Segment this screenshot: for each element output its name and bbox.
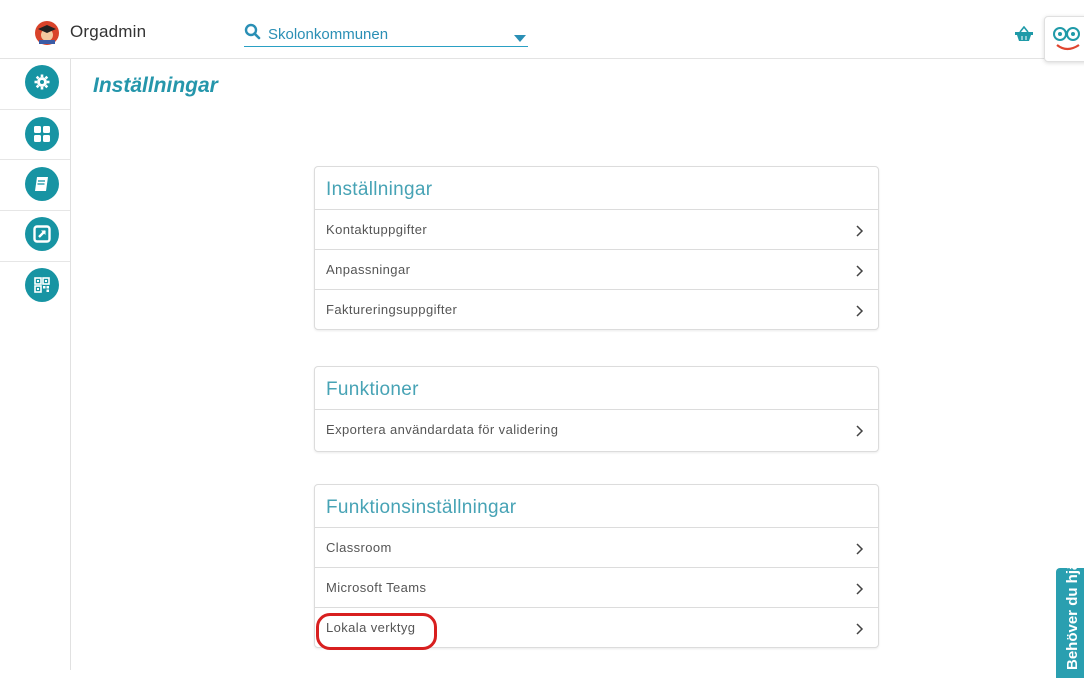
assistant-face-icon[interactable] [1044, 16, 1084, 62]
chevron-right-icon [856, 424, 864, 442]
page-title: Inställningar [93, 74, 218, 97]
list-item-label: Anpassningar [326, 262, 411, 277]
organization-name: Skolonkommunen [268, 26, 389, 43]
card-header: Inställningar [315, 167, 878, 210]
list-item-microsoft-teams[interactable]: Microsoft Teams [315, 568, 878, 608]
card-header: Funktionsinställningar [315, 485, 878, 528]
card-title: Funktionsinställningar [326, 497, 517, 518]
help-tab[interactable]: Behöver du hjälp? [1056, 539, 1084, 678]
settings-card: Inställningar Kontaktuppgifter Anpassnin… [314, 166, 879, 330]
list-item-export-user-data[interactable]: Exportera användardata för validering [315, 410, 878, 451]
list-item-label: Kontaktuppgifter [326, 222, 428, 237]
list-item-label: Classroom [326, 540, 392, 555]
chevron-right-icon [856, 224, 864, 242]
chevron-right-icon [856, 582, 864, 600]
functions-card: Funktioner Exportera användardata för va… [314, 366, 879, 452]
sidebar-item-external-link[interactable] [0, 211, 70, 262]
list-item-kontaktuppgifter[interactable]: Kontaktuppgifter [315, 210, 878, 250]
list-item-anpassningar[interactable]: Anpassningar [315, 250, 878, 290]
chevron-right-icon [856, 304, 864, 322]
caret-down-icon[interactable] [514, 30, 526, 48]
help-tab-label: Behöver du hjälp? [1064, 539, 1081, 670]
sidebar-item-dashboard[interactable] [0, 109, 70, 160]
settings-icon [25, 65, 59, 99]
app-title[interactable]: Orgadmin [70, 22, 146, 42]
qr-code-icon [25, 268, 59, 302]
list-item-label: Exportera användardata för validering [326, 422, 559, 437]
dashboard-icon [25, 117, 59, 151]
chevron-right-icon [856, 542, 864, 560]
sidebar [0, 59, 71, 670]
sidebar-item-qr-code[interactable] [0, 262, 70, 312]
basket-icon[interactable] [1014, 25, 1034, 47]
card-title: Inställningar [326, 179, 433, 200]
orgadmin-logo-icon [34, 20, 60, 46]
organization-selector[interactable]: Skolonkommunen [244, 20, 528, 47]
external-link-icon [25, 217, 59, 251]
chevron-right-icon [856, 264, 864, 282]
card-title: Funktioner [326, 379, 419, 400]
highlight-annotation [316, 613, 437, 650]
search-icon [244, 23, 261, 45]
list-item-faktureringsuppgifter[interactable]: Faktureringsuppgifter [315, 290, 878, 329]
sidebar-item-settings[interactable] [0, 59, 70, 110]
top-bar: Orgadmin Skolonkommunen [0, 0, 1084, 62]
list-item-classroom[interactable]: Classroom [315, 528, 878, 568]
list-item-label: Microsoft Teams [326, 580, 427, 595]
list-item-label: Faktureringsuppgifter [326, 302, 458, 317]
sidebar-item-books[interactable] [0, 160, 70, 211]
book-icon [25, 167, 59, 201]
chevron-right-icon [856, 622, 864, 640]
card-header: Funktioner [315, 367, 878, 410]
